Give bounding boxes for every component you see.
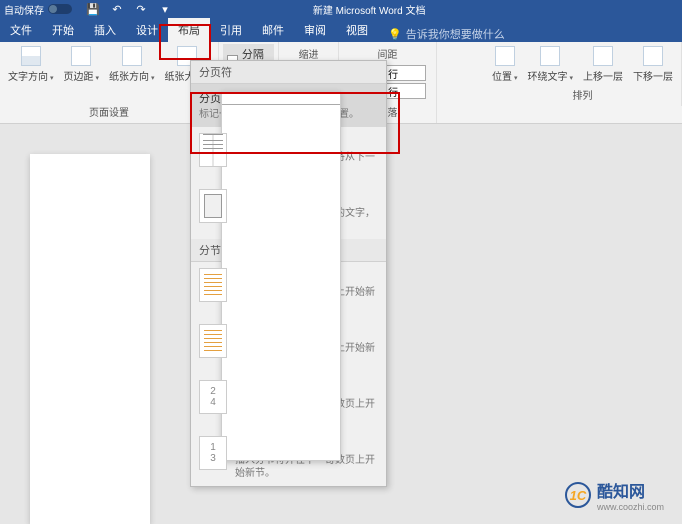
- tab-design[interactable]: 设计: [126, 18, 168, 42]
- watermark: 1C 酷知网 www.coozhi.com: [565, 478, 664, 512]
- menu-section-page-breaks: 分页符: [191, 61, 386, 84]
- watermark-logo-icon: 1C: [565, 482, 591, 508]
- page-break-icon: [221, 91, 341, 461]
- tab-review[interactable]: 审阅: [294, 18, 336, 42]
- redo-icon[interactable]: ↷: [134, 2, 148, 16]
- even-page-icon: 24: [199, 380, 227, 414]
- tab-file[interactable]: 文件: [0, 18, 42, 42]
- text-direction-button[interactable]: 文字方向: [4, 44, 58, 102]
- forward-icon: [593, 46, 613, 66]
- quick-access-toolbar: 💾 ↶ ↷ ▾: [86, 2, 172, 16]
- undo-icon[interactable]: ↶: [110, 2, 124, 16]
- margins-button[interactable]: 页边距: [60, 44, 104, 102]
- toggle-off-icon: [48, 4, 72, 14]
- ribbon-tabs: 文件 开始 插入 设计 布局 引用 邮件 审阅 视图 💡 告诉我你想要做什么: [0, 18, 682, 42]
- title-bar: 自动保存 💾 ↶ ↷ ▾ 新建 Microsoft Word 文档: [0, 0, 682, 18]
- tab-layout[interactable]: 布局: [168, 18, 210, 42]
- odd-page-icon: 13: [199, 436, 227, 470]
- qat-more-icon[interactable]: ▾: [158, 2, 172, 16]
- bring-forward-button[interactable]: 上移一层: [579, 44, 627, 85]
- text-wrapping-icon: [199, 189, 227, 223]
- window-title: 新建 Microsoft Word 文档: [313, 2, 426, 17]
- tell-me-search[interactable]: 💡 告诉我你想要做什么: [388, 26, 505, 42]
- backward-icon: [643, 46, 663, 66]
- continuous-icon: [199, 324, 227, 358]
- column-break-icon: [199, 133, 227, 167]
- next-page-icon: [199, 268, 227, 302]
- breaks-dropdown-menu: 分页符 分页符(P)标记一页结束与下一页开始的位置。 分栏符(C)指示分栏符后面…: [190, 60, 387, 487]
- tab-view[interactable]: 视图: [336, 18, 378, 42]
- wrap-icon: [540, 46, 560, 66]
- position-button[interactable]: 位置: [488, 44, 522, 85]
- position-icon: [495, 46, 515, 66]
- tab-mailings[interactable]: 邮件: [252, 18, 294, 42]
- menu-item-page-break[interactable]: 分页符(P)标记一页结束与下一页开始的位置。: [191, 84, 386, 127]
- tab-insert[interactable]: 插入: [84, 18, 126, 42]
- send-backward-button[interactable]: 下移一层: [629, 44, 677, 85]
- text-direction-icon: [21, 46, 41, 66]
- wrap-text-button[interactable]: 环绕文字: [523, 44, 577, 85]
- margins-icon: [71, 46, 91, 66]
- orientation-icon: [122, 46, 142, 66]
- group-page-setup: 文字方向 页边距 纸张方向 纸张大小 页面设置: [0, 42, 219, 123]
- save-icon[interactable]: 💾: [86, 2, 100, 16]
- group-arrange: 位置 环绕文字 上移一层 下移一层 排列: [484, 42, 682, 106]
- orientation-button[interactable]: 纸张方向: [105, 44, 159, 102]
- tab-references[interactable]: 引用: [210, 18, 252, 42]
- lightbulb-icon: 💡: [388, 28, 402, 41]
- document-page[interactable]: [30, 154, 150, 524]
- tab-home[interactable]: 开始: [42, 18, 84, 42]
- autosave-toggle[interactable]: 自动保存: [4, 2, 72, 17]
